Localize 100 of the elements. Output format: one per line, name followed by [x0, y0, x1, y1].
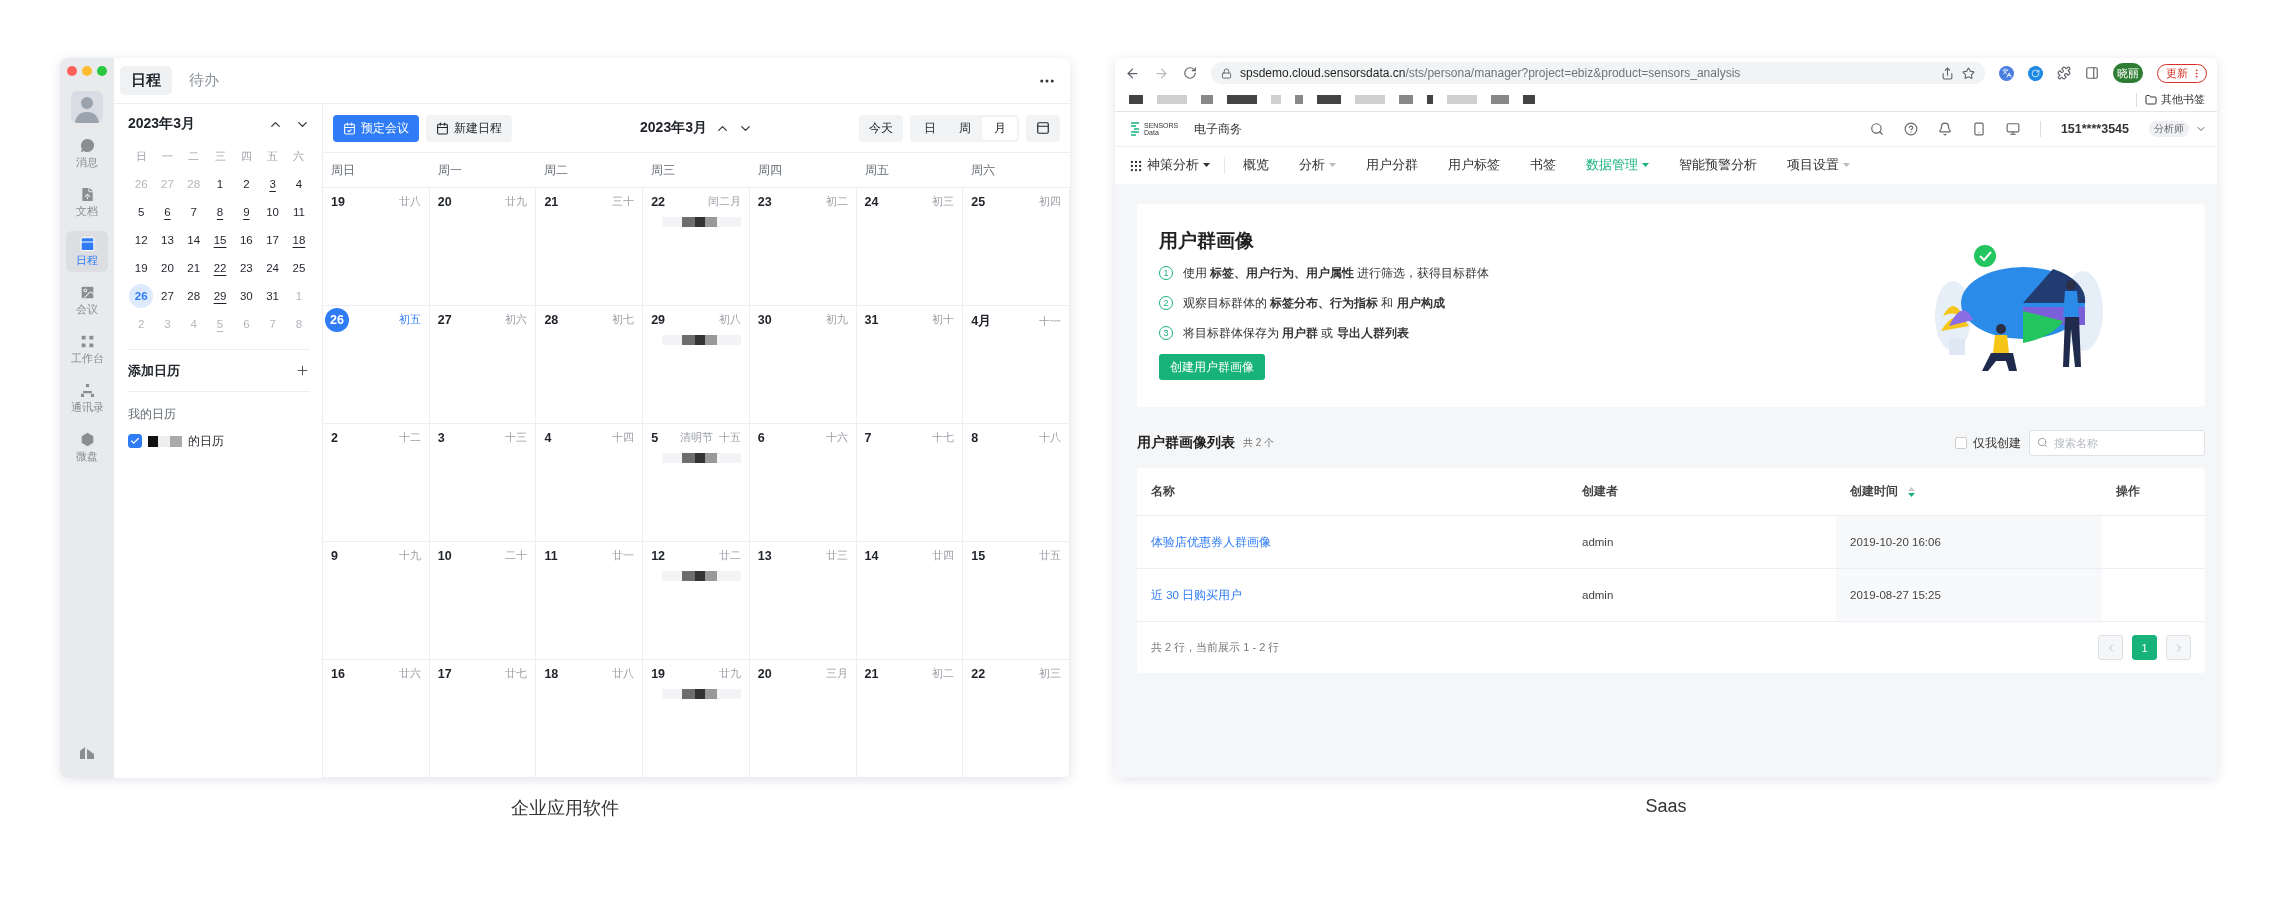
back-icon[interactable]	[1125, 65, 1140, 81]
mini-calendar-day[interactable]: 25	[286, 256, 311, 280]
mini-calendar-day[interactable]: 21	[181, 256, 206, 280]
mini-calendar-day[interactable]: 29	[208, 284, 233, 308]
portrait-link[interactable]: 近 30 日购买用户	[1137, 569, 1568, 621]
help-icon[interactable]	[1903, 122, 1918, 136]
mini-calendar-day[interactable]: 27	[155, 284, 180, 308]
calendar-check-icon	[343, 121, 356, 135]
account-name[interactable]: 151****3545	[2060, 122, 2129, 136]
search-field[interactable]: 搜索名称	[2029, 430, 2205, 456]
mini-calendar-day[interactable]: 14	[181, 228, 206, 252]
mini-calendar-day[interactable]: 28	[181, 284, 206, 308]
forward-icon[interactable]	[1154, 65, 1169, 81]
folder-icon	[2145, 93, 2157, 106]
mini-calendar-day[interactable]: 22	[208, 256, 233, 280]
lunar-date: 十八	[1039, 431, 1061, 445]
search-icon[interactable]	[1869, 122, 1884, 136]
nav-item[interactable]: 智能预警分析	[1679, 157, 1757, 174]
new-event-button[interactable]: 新建日程	[426, 114, 512, 142]
reload-icon[interactable]	[1183, 66, 1197, 80]
minimize-dot-icon[interactable]	[82, 66, 92, 76]
nav-item[interactable]: 分析	[1299, 157, 1336, 174]
only-mine-checkbox[interactable]: 仅我创建	[1955, 435, 2021, 451]
mini-calendar-day[interactable]: 30	[234, 284, 259, 308]
date-number: 28	[544, 313, 559, 327]
mini-calendar-day[interactable]: 24	[260, 256, 285, 280]
mini-calendar-day[interactable]: 23	[234, 256, 259, 280]
mini-calendar-day[interactable]: 4	[286, 172, 311, 196]
mini-calendar-day[interactable]: 9	[234, 200, 259, 224]
redacted-event[interactable]	[661, 689, 741, 699]
lunar-date: 十一	[1039, 314, 1061, 329]
nav-item[interactable]: 用户分群	[1366, 157, 1418, 174]
message-icon	[78, 137, 96, 154]
bookmarks-folder[interactable]: 其他书签	[2136, 92, 2205, 107]
mini-calendar-day[interactable]: 31	[260, 284, 285, 308]
extension-icon[interactable]	[2028, 65, 2043, 81]
sort-icon[interactable]	[1908, 486, 1915, 497]
redacted-event[interactable]	[661, 571, 741, 581]
layout-button[interactable]	[1026, 114, 1060, 142]
mini-calendar-day[interactable]: 8	[208, 200, 233, 224]
view-tab[interactable]: 周	[947, 116, 982, 140]
monitor-icon[interactable]	[2005, 122, 2020, 136]
nav-item[interactable]: 概览	[1243, 157, 1269, 174]
view-tab[interactable]: 日	[912, 116, 947, 140]
url-text: spsdemo.cloud.sensorsdata.cn/sts/persona/manager?project=ebiz&product=sensors_analysis	[1240, 66, 1741, 80]
update-button[interactable]: 更新	[2157, 63, 2207, 83]
mini-calendar-day[interactable]: 7	[181, 200, 206, 224]
project-name[interactable]: 电子商务	[1194, 120, 1243, 138]
side-panel-icon[interactable]	[2085, 66, 2099, 80]
phone-icon[interactable]	[1971, 122, 1986, 136]
notification-icon[interactable]	[1937, 122, 1952, 136]
add-icon[interactable]	[295, 363, 310, 378]
logo-icon[interactable]	[79, 744, 95, 760]
address-bar[interactable]: spsdemo.cloud.sensorsdata.cn/sts/persona/manager?project=ebiz&product=sensors_analysis	[1211, 62, 1985, 84]
mini-calendar-day[interactable]: 18	[286, 228, 311, 252]
redacted-event[interactable]	[661, 453, 741, 463]
lunar-date: 十九	[398, 549, 421, 563]
caption: 企业应用软件	[511, 797, 619, 820]
date-number: 25	[971, 195, 986, 209]
today-button[interactable]: 今天	[859, 114, 903, 142]
share-icon[interactable]	[1941, 66, 1954, 80]
book-meeting-button[interactable]: 预定会议	[333, 114, 419, 142]
org-chart-icon	[78, 382, 96, 399]
bookmark-star-icon[interactable]	[1962, 66, 1975, 80]
redacted-event[interactable]	[661, 217, 741, 227]
mini-calendar-day[interactable]: 11	[286, 200, 311, 224]
mini-calendar-day[interactable]: 13	[155, 228, 180, 252]
lunar-date: 廿九	[505, 195, 528, 209]
maximize-dot-icon[interactable]	[97, 66, 107, 76]
mini-calendar-day[interactable]: 2	[234, 172, 259, 196]
translate-icon[interactable]	[1999, 65, 2014, 81]
mini-calendar-day[interactable]: 1	[208, 172, 233, 196]
mini-calendar-day[interactable]: 3	[260, 172, 285, 196]
calendar-checkbox[interactable]	[128, 434, 142, 448]
product-menu[interactable]: 神策分析	[1129, 157, 1225, 174]
nav-item[interactable]: 用户标签	[1448, 157, 1500, 174]
mini-calendar-day[interactable]: 6	[155, 200, 180, 224]
close-dot-icon[interactable]	[67, 66, 77, 76]
mini-calendar-day[interactable]: 12	[129, 228, 154, 252]
mini-calendar-day[interactable]: 16	[234, 228, 259, 252]
portrait-link[interactable]: 体验店优惠券人群画像	[1137, 516, 1568, 568]
mini-calendar-day[interactable]: 20	[155, 256, 180, 280]
mini-calendar-day[interactable]: 17	[260, 228, 285, 252]
mini-calendar-day[interactable]: 15	[208, 228, 233, 252]
tab[interactable]: 日程	[120, 66, 172, 95]
date-number: 15	[971, 549, 986, 563]
nav-item[interactable]: 项目设置	[1787, 157, 1850, 174]
mini-calendar-day[interactable]: 5	[129, 200, 154, 224]
date-number: 26	[325, 308, 349, 332]
profile-avatar[interactable]: 晓丽	[2113, 63, 2143, 83]
weekday-label: 二	[188, 148, 200, 164]
mini-calendar-day[interactable]: 10	[260, 200, 285, 224]
column-header[interactable]: 创建时间	[1836, 468, 2102, 515]
mini-calendar-day[interactable]: 19	[129, 256, 154, 280]
extensions-icon[interactable]	[2057, 66, 2071, 80]
redacted-event[interactable]	[661, 335, 741, 345]
nav-item[interactable]: 书签	[1530, 157, 1556, 174]
view-tab[interactable]: 月	[982, 116, 1017, 140]
avatar-icon[interactable]	[71, 91, 103, 123]
add-calendar-label: 添加日历	[128, 361, 180, 380]
